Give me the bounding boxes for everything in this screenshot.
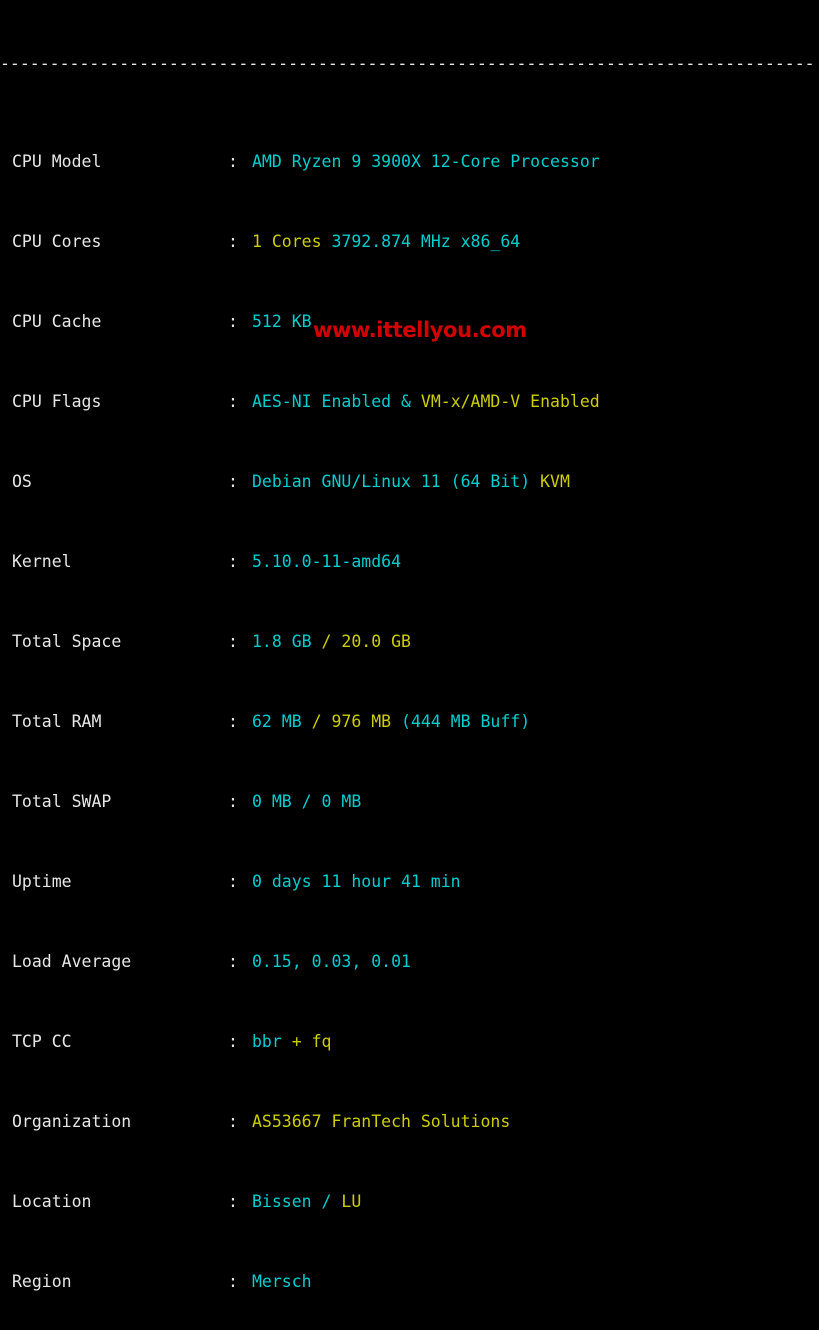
row-location: Location: Bissen / LU [0, 1192, 819, 1212]
row-kernel: Kernel:5.10.0-11-amd64 [0, 552, 819, 572]
label-cpu-cache: CPU Cache [12, 312, 102, 331]
row-cpu-cores: CPU Cores:1 Cores 3792.874 MHz x86_64 [0, 232, 819, 252]
label-kernel: Kernel [12, 552, 72, 571]
value-uptime: 0 days 11 hour 41 min [252, 872, 461, 891]
label-tcp-cc: TCP CC [12, 1032, 72, 1051]
colon: : [228, 712, 238, 731]
colon: : [228, 552, 238, 571]
value-cpu-cores-freq: 3792.874 MHz x86_64 [321, 232, 521, 251]
colon: : [228, 632, 238, 651]
value-cpu-cache: 512 KB [252, 312, 312, 331]
label-organization: Organization [12, 1112, 132, 1131]
value-organization: AS53667 FranTech Solutions [252, 1112, 511, 1131]
label-os: OS [12, 472, 32, 491]
colon: : [228, 1032, 238, 1051]
row-os: OS: Debian GNU/Linux 11 (64 Bit) KVM [0, 472, 819, 492]
row-region: Region: Mersch [0, 1272, 819, 1292]
value-total-swap: 0 MB / 0 MB [252, 792, 362, 811]
colon: : [228, 312, 238, 331]
colon: : [228, 472, 238, 491]
label-total-swap: Total SWAP [12, 792, 112, 811]
value-cpu-cores-count: 1 Cores [252, 232, 322, 251]
row-cpu-model: CPU Model: AMD Ryzen 9 3900X 12-Core Proc… [0, 152, 819, 172]
label-load-average: Load Average [12, 952, 132, 971]
value-load-average: 0.15, 0.03, 0.01 [252, 952, 411, 971]
colon: : [228, 1112, 238, 1131]
colon: : [228, 232, 238, 251]
value-total-space-total: / 20.0 GB [321, 632, 411, 651]
value-total-ram-buff: (444 MB Buff) [401, 712, 531, 731]
colon: : [228, 1192, 238, 1211]
row-organization: Organization: AS53667 FranTech Solutions [0, 1112, 819, 1132]
value-total-ram-used: 62 MB [252, 712, 312, 731]
terminal-output: ----------------------------------------… [0, 0, 819, 1291]
separator-top: ----------------------------------------… [0, 60, 815, 72]
row-total-space: Total Space:1.8 GB / 20.0 GB [0, 632, 819, 652]
value-os-distro: Debian GNU/Linux 11 (64 Bit) [252, 472, 541, 491]
row-tcp-cc: TCP CC: bbr + fq [0, 1032, 819, 1052]
colon: : [228, 152, 238, 171]
value-tcp-cc-algo: bbr [252, 1032, 292, 1051]
value-location-country: LU [341, 1192, 362, 1211]
label-uptime: Uptime [12, 872, 72, 891]
value-region: Mersch [252, 1272, 312, 1291]
colon: : [228, 392, 238, 411]
label-cpu-flags: CPU Flags [12, 392, 102, 411]
value-total-space-used: 1.8 GB [252, 632, 322, 651]
row-cpu-flags: CPU Flags: AES-NI Enabled & VM-x/AMD-V En… [0, 392, 819, 412]
value-cpu-model: AMD Ryzen 9 3900X 12-Core Processor [252, 152, 600, 171]
label-total-ram: Total RAM [12, 712, 102, 731]
label-location: Location [12, 1192, 92, 1211]
label-total-space: Total Space [12, 632, 122, 651]
row-load-average: Load Average:0.15, 0.03, 0.01 [0, 952, 819, 972]
row-uptime: Uptime:0 days 11 hour 41 min [0, 872, 819, 892]
value-cpu-flags-virt: VM-x/AMD-V Enabled [420, 392, 600, 411]
colon: : [228, 952, 238, 971]
colon: : [228, 872, 238, 891]
label-cpu-model: CPU Model [12, 152, 102, 171]
value-location-city: Bissen / [252, 1192, 342, 1211]
value-os-virt: KVM [540, 472, 570, 491]
colon: : [228, 792, 238, 811]
label-region: Region [12, 1272, 72, 1291]
colon: : [228, 1272, 238, 1291]
row-total-swap: Total SWAP:0 MB / 0 MB [0, 792, 819, 812]
value-tcp-cc-qdisc: + fq [291, 1032, 332, 1051]
row-total-ram: Total RAM:62 MB / 976 MB (444 MB Buff) [0, 712, 819, 732]
value-kernel: 5.10.0-11-amd64 [252, 552, 402, 571]
value-total-ram-total: / 976 MB [311, 712, 402, 731]
label-cpu-cores: CPU Cores [12, 232, 102, 251]
site-watermark: www.ittellyou.com [313, 318, 527, 342]
value-cpu-flags-aes: AES-NI Enabled & [252, 392, 421, 411]
